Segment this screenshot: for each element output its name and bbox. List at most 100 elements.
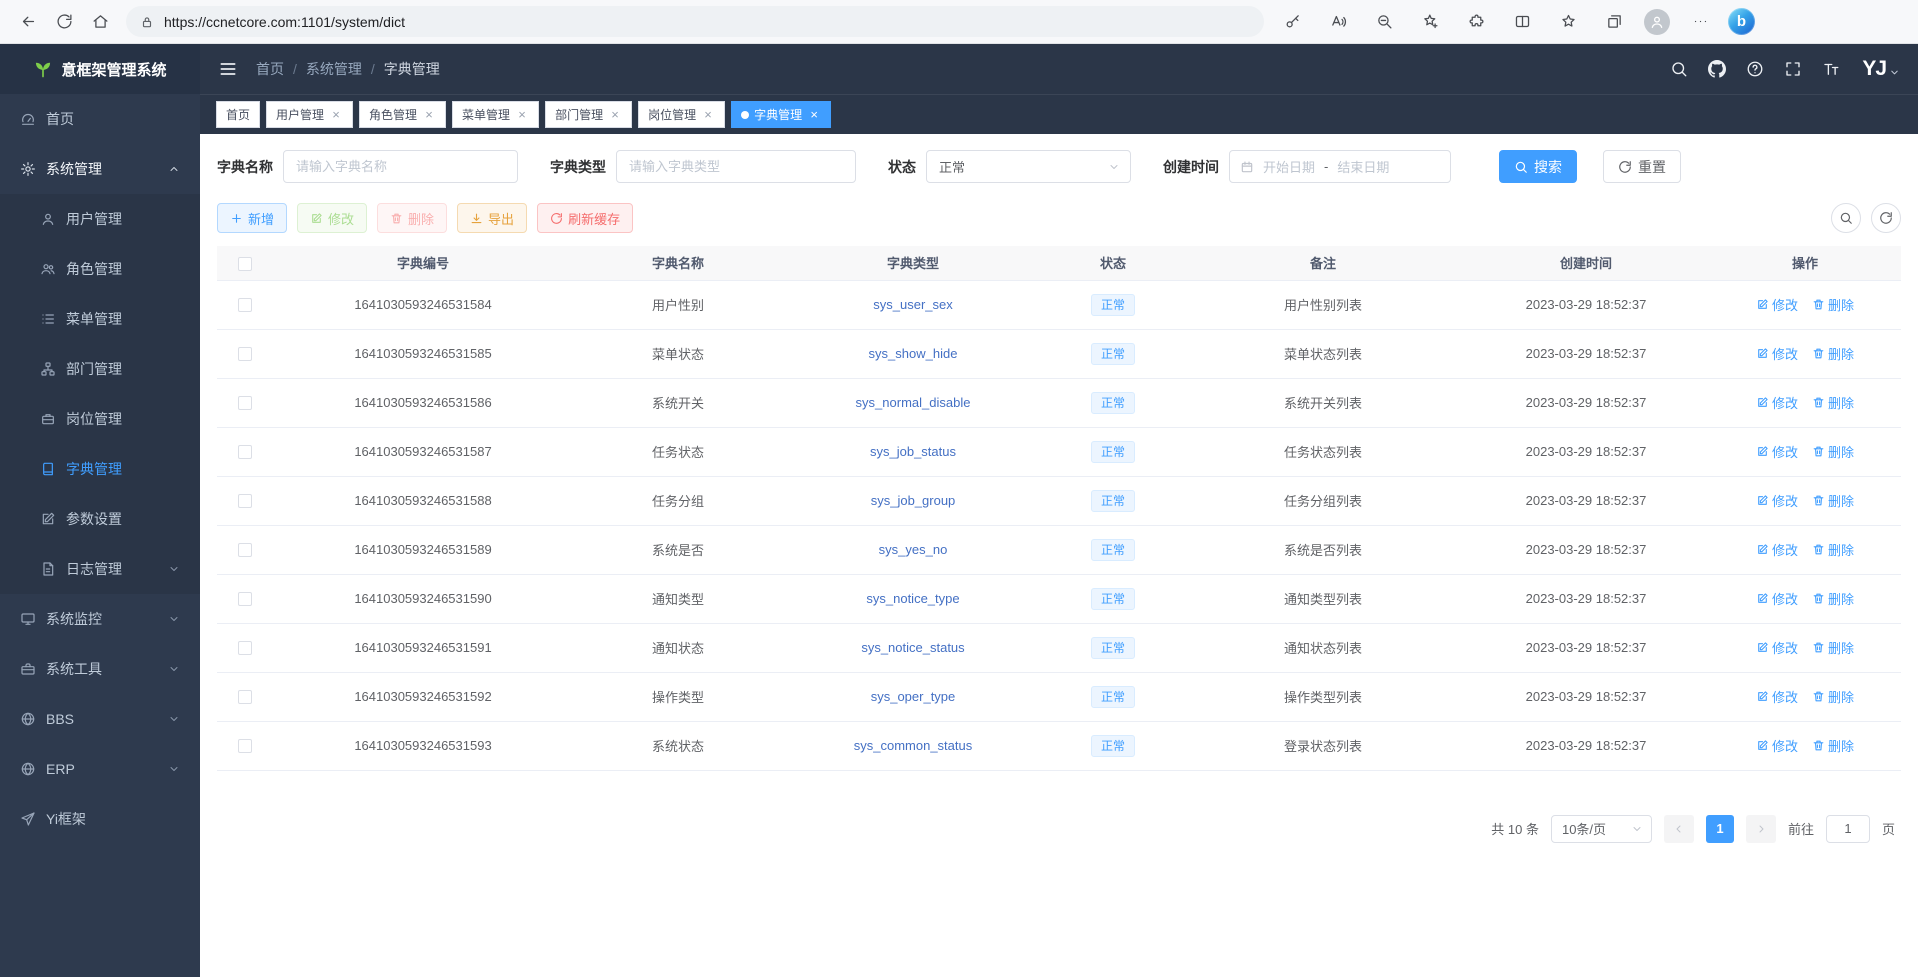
profile-avatar[interactable] xyxy=(1644,9,1670,35)
tab-menu[interactable]: 菜单管理× xyxy=(452,101,539,128)
tab-dict[interactable]: 字典管理× xyxy=(731,101,831,128)
sidebar-item-dept-management[interactable]: 部门管理 xyxy=(0,344,200,394)
tab-close-icon[interactable]: × xyxy=(608,108,622,122)
row-delete-button[interactable]: 删除 xyxy=(1812,540,1854,559)
font-size-icon[interactable] xyxy=(1822,60,1840,78)
tab-post[interactable]: 岗位管理× xyxy=(638,101,725,128)
page-size-select[interactable]: 10条/页 xyxy=(1551,815,1652,843)
tab-user[interactable]: 用户管理× xyxy=(266,101,353,128)
dict-type-link[interactable]: sys_job_status xyxy=(870,444,956,459)
sidebar-item-system-monitor[interactable]: 系统监控 xyxy=(0,594,200,644)
row-checkbox[interactable] xyxy=(238,298,252,312)
extensions-icon[interactable] xyxy=(1458,5,1494,39)
row-delete-button[interactable]: 删除 xyxy=(1812,491,1854,510)
password-key-icon[interactable] xyxy=(1274,5,1310,39)
tab-close-icon[interactable]: × xyxy=(329,108,343,122)
tab-home[interactable]: 首页 xyxy=(216,101,260,128)
bing-copilot-icon[interactable]: b xyxy=(1728,8,1755,35)
home-button[interactable] xyxy=(82,5,118,39)
sidebar-item-role-management[interactable]: 角色管理 xyxy=(0,244,200,294)
row-checkbox[interactable] xyxy=(238,347,252,361)
row-edit-button[interactable]: 修改 xyxy=(1756,540,1798,559)
dict-type-link[interactable]: sys_common_status xyxy=(854,738,973,753)
sidebar-item-erp[interactable]: ERP xyxy=(0,744,200,794)
dict-type-input[interactable] xyxy=(616,150,856,183)
address-bar[interactable]: https://ccnetcore.com:1101/system/dict xyxy=(126,6,1264,37)
row-edit-button[interactable]: 修改 xyxy=(1756,687,1798,706)
refresh-table-button[interactable] xyxy=(1871,203,1901,233)
sidebar-item-post-management[interactable]: 岗位管理 xyxy=(0,394,200,444)
sidebar-item-user-management[interactable]: 用户管理 xyxy=(0,194,200,244)
add-favorite-icon[interactable] xyxy=(1412,5,1448,39)
row-edit-button[interactable]: 修改 xyxy=(1756,344,1798,363)
row-edit-button[interactable]: 修改 xyxy=(1756,393,1798,412)
toggle-search-button[interactable] xyxy=(1831,203,1861,233)
dict-type-link[interactable]: sys_notice_type xyxy=(866,591,959,606)
dict-type-link[interactable]: sys_oper_type xyxy=(871,689,956,704)
select-all-checkbox[interactable] xyxy=(238,257,252,271)
current-page-button[interactable]: 1 xyxy=(1706,815,1734,843)
tab-close-icon[interactable]: × xyxy=(422,108,436,122)
row-checkbox[interactable] xyxy=(238,445,252,459)
sidebar-item-log-management[interactable]: 日志管理 xyxy=(0,544,200,594)
sidebar-item-system-tools[interactable]: 系统工具 xyxy=(0,644,200,694)
read-aloud-icon[interactable] xyxy=(1320,5,1356,39)
delete-button[interactable]: 删除 xyxy=(377,203,447,233)
next-page-button[interactable] xyxy=(1746,815,1776,843)
sidebar-item-yi-framework[interactable]: Yi框架 xyxy=(0,794,200,844)
add-button[interactable]: 新增 xyxy=(217,203,287,233)
dict-type-link[interactable]: sys_job_group xyxy=(871,493,956,508)
browser-menu-button[interactable] xyxy=(1682,5,1718,39)
prev-page-button[interactable] xyxy=(1664,815,1694,843)
row-delete-button[interactable]: 删除 xyxy=(1812,295,1854,314)
sidebar-item-bbs[interactable]: BBS xyxy=(0,694,200,744)
tab-dept[interactable]: 部门管理× xyxy=(545,101,632,128)
row-delete-button[interactable]: 删除 xyxy=(1812,344,1854,363)
sidebar-item-dict-management[interactable]: 字典管理 xyxy=(0,444,200,494)
row-delete-button[interactable]: 删除 xyxy=(1812,589,1854,608)
export-button[interactable]: 导出 xyxy=(457,203,527,233)
breadcrumb-system[interactable]: 系统管理 xyxy=(306,59,362,79)
help-icon[interactable] xyxy=(1746,60,1764,78)
search-button[interactable]: 搜索 xyxy=(1499,150,1577,183)
row-checkbox[interactable] xyxy=(238,543,252,557)
tab-close-icon[interactable]: × xyxy=(807,108,821,122)
row-delete-button[interactable]: 删除 xyxy=(1812,736,1854,755)
row-checkbox[interactable] xyxy=(238,690,252,704)
row-delete-button[interactable]: 删除 xyxy=(1812,442,1854,461)
row-edit-button[interactable]: 修改 xyxy=(1756,589,1798,608)
fullscreen-icon[interactable] xyxy=(1784,60,1802,78)
edit-button[interactable]: 修改 xyxy=(297,203,367,233)
yj-logo[interactable]: YJ xyxy=(1862,57,1900,81)
row-edit-button[interactable]: 修改 xyxy=(1756,295,1798,314)
dict-type-link[interactable]: sys_yes_no xyxy=(879,542,948,557)
dict-type-link[interactable]: sys_normal_disable xyxy=(856,395,971,410)
row-delete-button[interactable]: 删除 xyxy=(1812,638,1854,657)
tab-close-icon[interactable]: × xyxy=(701,108,715,122)
favorites-icon[interactable] xyxy=(1550,5,1586,39)
collections-icon[interactable] xyxy=(1596,5,1632,39)
row-edit-button[interactable]: 修改 xyxy=(1756,736,1798,755)
dict-type-link[interactable]: sys_notice_status xyxy=(861,640,964,655)
back-button[interactable] xyxy=(10,5,46,39)
search-icon[interactable] xyxy=(1670,60,1688,78)
zoom-icon[interactable] xyxy=(1366,5,1402,39)
refresh-button[interactable] xyxy=(46,5,82,39)
hamburger-icon[interactable] xyxy=(218,59,238,79)
github-icon[interactable] xyxy=(1708,60,1726,78)
date-range-picker[interactable]: 开始日期 - 结束日期 xyxy=(1229,150,1451,183)
dict-type-link[interactable]: sys_show_hide xyxy=(869,346,958,361)
row-edit-button[interactable]: 修改 xyxy=(1756,442,1798,461)
row-checkbox[interactable] xyxy=(238,494,252,508)
row-edit-button[interactable]: 修改 xyxy=(1756,491,1798,510)
row-delete-button[interactable]: 删除 xyxy=(1812,687,1854,706)
dict-name-input[interactable] xyxy=(283,150,518,183)
row-checkbox[interactable] xyxy=(238,396,252,410)
row-checkbox[interactable] xyxy=(238,592,252,606)
row-checkbox[interactable] xyxy=(238,641,252,655)
sidebar-item-param-settings[interactable]: 参数设置 xyxy=(0,494,200,544)
row-delete-button[interactable]: 删除 xyxy=(1812,393,1854,412)
reset-button[interactable]: 重置 xyxy=(1603,150,1681,183)
dict-type-link[interactable]: sys_user_sex xyxy=(873,297,952,312)
breadcrumb-home[interactable]: 首页 xyxy=(256,59,284,79)
